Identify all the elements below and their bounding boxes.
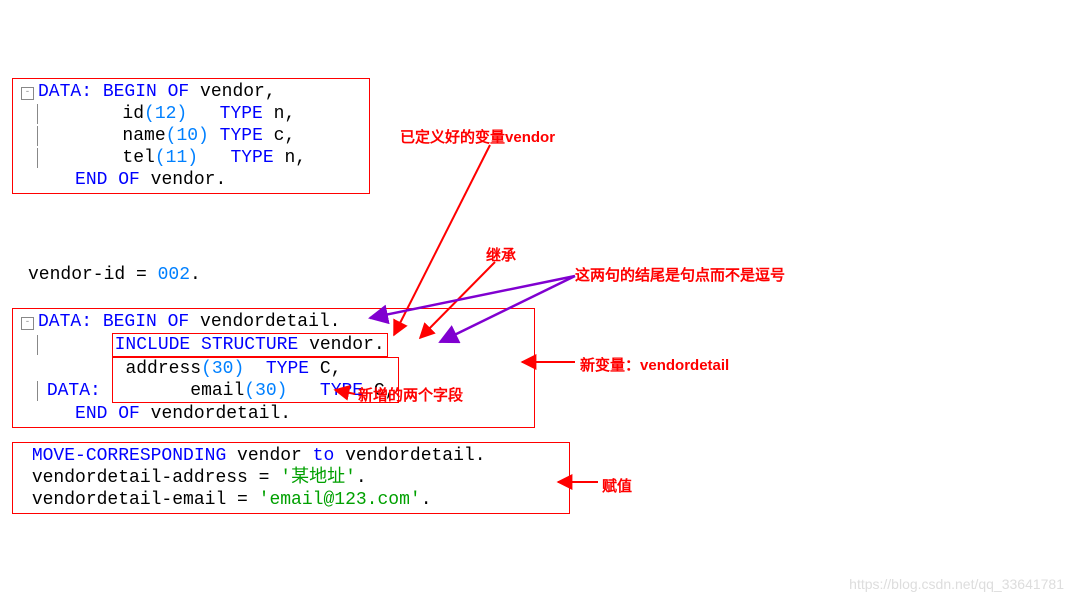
annotation-period: 这两句的结尾是句点而不是逗号 bbox=[575, 264, 785, 285]
annotation-assign: 赋值 bbox=[602, 475, 632, 496]
annotation-inherit: 继承 bbox=[486, 244, 516, 265]
fold-icon[interactable]: - bbox=[21, 87, 34, 100]
include-structure-box: INCLUDE STRUCTURE vendor. bbox=[112, 333, 388, 357]
code-line: vendor-id = 002. bbox=[28, 264, 287, 286]
code-line: name(10) TYPE c, bbox=[21, 125, 361, 147]
watermark: https://blog.csdn.net/qq_33641781 bbox=[849, 576, 1064, 592]
code-line: END OF vendor. bbox=[21, 169, 361, 191]
fold-icon[interactable]: - bbox=[21, 317, 34, 330]
code-block-vendor-def: -DATA: BEGIN OF vendor, id(12) TYPE n, n… bbox=[12, 78, 370, 194]
annotation-new-fields: 新增的两个字段 bbox=[358, 384, 463, 405]
code-block-vendordetail-def: -DATA: BEGIN OF vendordetail. INCLUDE ST… bbox=[12, 308, 535, 428]
code-block-move: MOVE-CORRESPONDING vendor to vendordetai… bbox=[12, 442, 570, 514]
code-line: tel(11) TYPE n, bbox=[21, 147, 361, 169]
code-line: INCLUDE STRUCTURE vendor. bbox=[21, 333, 526, 357]
annotation-new-var: 新变量：vendordetail bbox=[580, 354, 729, 375]
code-line: -DATA: BEGIN OF vendor, bbox=[21, 81, 361, 103]
code-line: vendordetail-email = 'email@123.com'. bbox=[21, 489, 561, 511]
code-line: id(12) TYPE n, bbox=[21, 103, 361, 125]
annotation-defined-var: 已定义好的变量vendor bbox=[400, 126, 555, 147]
code-line: vendordetail-address = '某地址'. bbox=[21, 467, 561, 489]
code-line: END OF vendordetail. bbox=[21, 403, 526, 425]
code-line: MOVE-CORRESPONDING vendor to vendordetai… bbox=[21, 445, 561, 467]
code-line: -DATA: BEGIN OF vendordetail. bbox=[21, 311, 526, 333]
new-fields-box: address(30) TYPE C, email(30) TYPE C, bbox=[112, 357, 399, 403]
